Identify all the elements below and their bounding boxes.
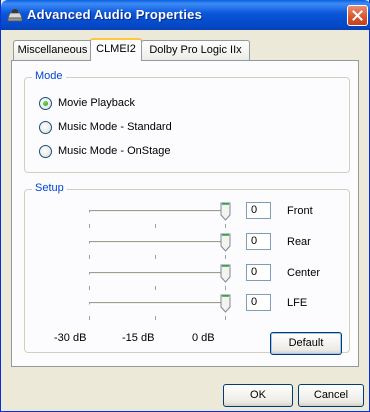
tab-clmei2[interactable]: CLMEI2: [90, 38, 142, 61]
window-title: Advanced Audio Properties: [27, 7, 202, 22]
channel-row-front: 0 Front: [25, 202, 349, 232]
tick-mark: [89, 224, 90, 228]
tick-mark: [225, 255, 226, 259]
radio-selected-dot: [43, 101, 48, 106]
slider-track: [89, 272, 225, 275]
tab-miscellaneous[interactable]: Miscellaneous: [13, 40, 92, 60]
audio-properties-window: Advanced Audio Properties Miscellaneous …: [0, 0, 370, 412]
mode-group-title: Mode: [32, 70, 66, 82]
tick-mark: [89, 286, 90, 290]
channel-row-rear: 0 Rear: [25, 233, 349, 263]
front-value-field[interactable]: 0: [246, 202, 271, 219]
scale-label-max: 0 dB: [192, 332, 215, 344]
setup-groupbox: Setup 0 Front 0 Rear 0 Center 0 LFE -30 …: [24, 182, 350, 355]
tick-mark: [155, 224, 156, 228]
tick-mark: [155, 286, 156, 290]
lfe-value-field[interactable]: 0: [246, 294, 271, 311]
slider-thumb[interactable]: [220, 264, 231, 283]
slider-track: [89, 241, 225, 244]
audio-app-icon: [7, 7, 23, 23]
rear-value-field[interactable]: 0: [246, 233, 271, 250]
radio-button[interactable]: [39, 121, 52, 134]
radio-button[interactable]: [39, 145, 52, 158]
tick-mark: [225, 224, 226, 228]
tab-panel: Mode Movie Playback Music Mode - Standar…: [11, 60, 359, 367]
mode-groupbox: Mode Movie Playback Music Mode - Standar…: [24, 70, 350, 173]
setup-group-title: Setup: [32, 182, 67, 194]
tick-mark: [225, 316, 226, 320]
scale-label-min: -30 dB: [54, 332, 87, 344]
front-label: Front: [287, 205, 313, 217]
center-value-field[interactable]: 0: [246, 264, 271, 281]
default-button[interactable]: Default: [270, 332, 342, 355]
tick-mark: [155, 316, 156, 320]
tab-dolby-pro-logic[interactable]: Dolby Pro Logic IIx: [141, 40, 250, 60]
rear-label: Rear: [287, 236, 311, 248]
radio-label: Movie Playback: [58, 97, 136, 109]
slider-thumb[interactable]: [220, 202, 231, 221]
slider-track: [89, 302, 225, 305]
close-icon: [352, 10, 363, 21]
slider-track: [89, 210, 225, 213]
channel-row-lfe: 0 LFE: [25, 294, 349, 324]
slider-thumb[interactable]: [220, 233, 231, 252]
radio-label: Music Mode - Standard: [58, 121, 172, 133]
tick-mark: [155, 255, 156, 259]
radio-button[interactable]: [39, 97, 52, 110]
cancel-button[interactable]: Cancel: [298, 384, 364, 407]
center-label: Center: [287, 267, 321, 279]
tick-mark: [89, 255, 90, 259]
close-button[interactable]: [347, 5, 368, 26]
slider-thumb[interactable]: [220, 294, 231, 313]
title-bar[interactable]: Advanced Audio Properties: [1, 0, 370, 30]
tick-mark: [89, 316, 90, 320]
ok-button[interactable]: OK: [223, 384, 293, 407]
scale-label-mid: -15 dB: [122, 332, 155, 344]
lfe-label: LFE: [287, 297, 308, 309]
channel-row-center: 0 Center: [25, 264, 349, 294]
tick-mark: [225, 286, 226, 290]
radio-label: Music Mode - OnStage: [58, 145, 171, 157]
